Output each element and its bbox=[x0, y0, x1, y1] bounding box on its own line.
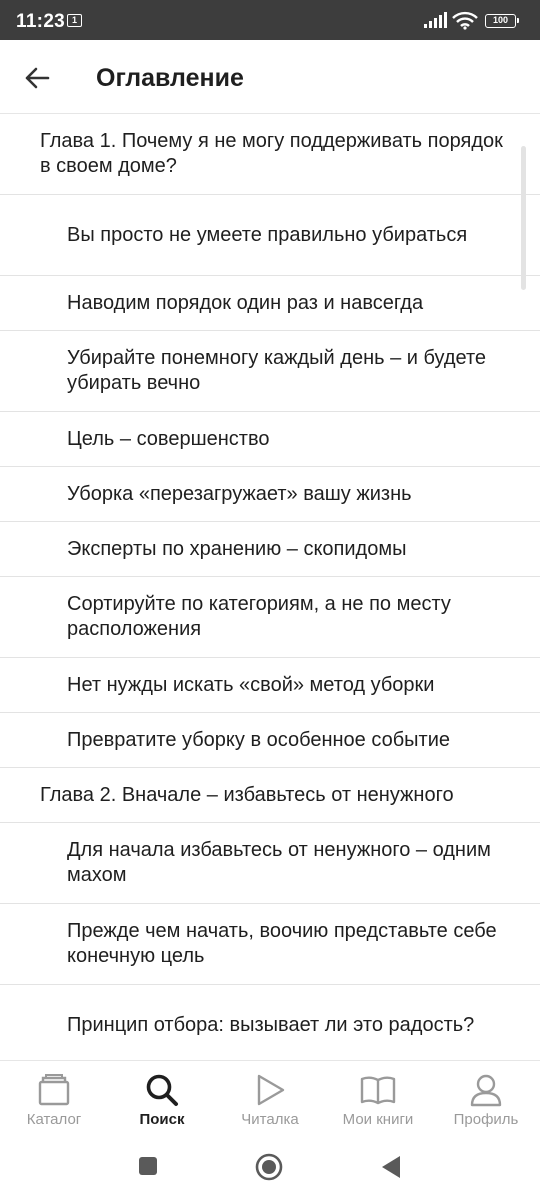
toc-item-label: Прежде чем начать, воочию представьте се… bbox=[67, 920, 497, 967]
toc-section[interactable]: Прежде чем начать, воочию представьте се… bbox=[0, 904, 540, 985]
toc-item-label: Убирайте понемногу каждый день – и будет… bbox=[67, 347, 487, 394]
toc-section[interactable]: Превратите уборку в особенное событие bbox=[0, 713, 540, 768]
back-button[interactable] bbox=[16, 57, 58, 99]
nav-label: Читалка bbox=[241, 1111, 299, 1128]
bottom-nav: Каталог Поиск Читалка Мои книги Профиль bbox=[0, 1060, 540, 1138]
nav-my-books[interactable]: Мои книги bbox=[324, 1061, 432, 1138]
profile-icon bbox=[470, 1074, 502, 1107]
arrow-left-icon bbox=[25, 67, 50, 89]
toc-item-label: Нет нужды искать «свой» метод уборки bbox=[67, 673, 435, 696]
status-bar: 11:23 1 100 bbox=[0, 0, 540, 40]
book-icon bbox=[360, 1076, 396, 1105]
toc-section[interactable]: Убирайте понемногу каждый день – и будет… bbox=[0, 331, 540, 412]
scrollbar-thumb[interactable] bbox=[521, 146, 526, 290]
toc-section[interactable]: Цель – совершенство bbox=[0, 412, 540, 467]
toc-item-label: Для начала избавьтесь от ненужного – одн… bbox=[67, 839, 491, 886]
toc-item-label: Эксперты по хранению – скопидомы bbox=[67, 537, 407, 560]
toc-item-label: Глава 1. Почему я не могу поддерживать п… bbox=[40, 130, 503, 177]
nav-profile[interactable]: Профиль bbox=[432, 1061, 540, 1138]
play-icon bbox=[257, 1074, 285, 1106]
toc-item-label: Превратите уборку в особенное событие bbox=[67, 728, 450, 751]
wifi-icon bbox=[452, 11, 478, 30]
toc-chapter[interactable]: Глава 2. Вначале – избавьтесь от ненужно… bbox=[0, 768, 540, 823]
nav-catalog[interactable]: Каталог bbox=[0, 1061, 108, 1138]
nav-label: Мои книги bbox=[342, 1111, 414, 1128]
search-icon bbox=[146, 1074, 178, 1106]
toc-chapter[interactable]: Глава 1. Почему я не могу поддерживать п… bbox=[0, 114, 540, 195]
page-title: Оглавление bbox=[96, 64, 244, 92]
toc-item-label: Принцип отбора: вызывает ли это радость? bbox=[67, 1013, 475, 1036]
home-circle-icon[interactable] bbox=[254, 1152, 284, 1182]
notification-icon: 1 bbox=[67, 14, 82, 27]
toc-item-label: Цель – совершенство bbox=[67, 427, 270, 450]
toc-section[interactable]: Уборка «перезагружает» вашу жизнь bbox=[0, 467, 540, 522]
toc-section[interactable]: Для начала избавьтесь от ненужного – одн… bbox=[0, 823, 540, 904]
nav-search[interactable]: Поиск bbox=[108, 1061, 216, 1138]
nav-label: Поиск bbox=[139, 1111, 185, 1128]
toc-section[interactable]: Принцип отбора: вызывает ли это радость? bbox=[0, 985, 540, 1060]
toc-item-label: Уборка «перезагружает» вашу жизнь bbox=[67, 482, 412, 505]
toc-item-label: Глава 2. Вначале – избавьтесь от ненужно… bbox=[40, 783, 454, 806]
nav-reader[interactable]: Читалка bbox=[216, 1061, 324, 1138]
toc-section[interactable]: Эксперты по хранению – скопидомы bbox=[0, 522, 540, 577]
recents-square-icon[interactable] bbox=[137, 1155, 159, 1177]
status-time: 11:23 bbox=[16, 11, 66, 32]
toc-section[interactable]: Нет нужды искать «свой» метод уборки bbox=[0, 658, 540, 713]
catalog-icon bbox=[38, 1074, 70, 1106]
toc-list[interactable]: Глава 1. Почему я не могу поддерживать п… bbox=[0, 114, 540, 1060]
system-nav-bar bbox=[0, 1138, 540, 1200]
battery-icon: 100 bbox=[485, 14, 519, 28]
nav-label: Профиль bbox=[453, 1111, 519, 1128]
toc-section[interactable]: Вы просто не умеете правильно убираться bbox=[0, 195, 540, 276]
toc-section[interactable]: Наводим порядок один раз и навсегда bbox=[0, 276, 540, 331]
nav-label: Каталог bbox=[26, 1111, 82, 1128]
toc-item-label: Вы просто не умеете правильно убираться bbox=[67, 223, 468, 246]
app-bar: Оглавление bbox=[0, 40, 540, 114]
toc-item-label: Сортируйте по категориям, а не по месту … bbox=[67, 593, 451, 640]
back-triangle-icon[interactable] bbox=[380, 1154, 402, 1180]
signal-icon bbox=[424, 12, 447, 28]
toc-section[interactable]: Сортируйте по категориям, а не по месту … bbox=[0, 577, 540, 658]
toc-item-label: Наводим порядок один раз и навсегда bbox=[67, 291, 424, 314]
